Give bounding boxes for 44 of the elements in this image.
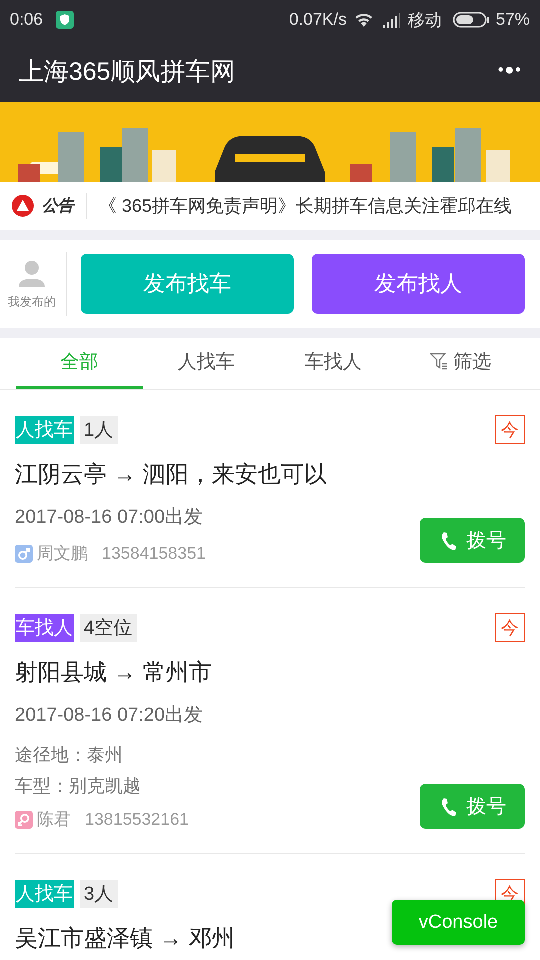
status-time: 0:06 — [10, 10, 44, 30]
phone-number: 13815532161 — [85, 810, 190, 830]
publish-button[interactable]: 发布找车 — [81, 254, 294, 314]
battery-icon — [452, 12, 489, 28]
post-detail: 车型：别克凯越 — [15, 775, 142, 798]
more-button[interactable]: •●• — [498, 62, 522, 80]
post-type-tag: 人找车 — [15, 416, 74, 444]
route-text: 射阳县城 → 常州市 — [15, 658, 213, 687]
filter-tab[interactable]: 筛选 — [397, 338, 524, 389]
page-title: 上海365顺风拼车网 — [19, 56, 237, 88]
contact-name: 陈君 — [37, 809, 71, 831]
shield-icon — [56, 11, 74, 29]
call-button[interactable]: 拨号 — [420, 784, 525, 829]
filter-icon — [430, 353, 448, 371]
filter-tab[interactable]: 全部 — [16, 338, 143, 389]
post-type-tag: 车找人 — [15, 614, 74, 642]
publish-button[interactable]: 发布找人 — [312, 254, 525, 314]
departure-time: 2017-08-16 07:20出发 — [15, 704, 204, 728]
vconsole-button[interactable]: vConsole — [392, 900, 525, 945]
today-badge: 今 — [495, 415, 525, 444]
call-button[interactable]: 拨号 — [420, 518, 525, 563]
filter-tab[interactable]: 车找人 — [270, 338, 397, 389]
today-badge: 今 — [495, 613, 525, 642]
departure-time: 2017-08-16 07:00出发 — [15, 506, 204, 530]
seats-tag: 4空位 — [80, 614, 137, 642]
seats-tag: 1人 — [80, 416, 118, 444]
male-icon — [15, 544, 33, 562]
female-icon — [15, 810, 33, 828]
route-text: 江阴云亭 → 泗阳，来安也可以 — [15, 460, 328, 489]
signal-icon — [380, 12, 401, 28]
notice-text[interactable]: 《 365拼车网免责声明》长期拼车信息关注霍邱在线 — [99, 194, 512, 218]
battery-percent: 57% — [496, 10, 530, 30]
wifi-icon — [354, 12, 374, 28]
post-type-tag: 人找车 — [15, 880, 74, 908]
carrier-label: 移动 — [408, 10, 442, 32]
post-detail: 途径地：泰州 — [15, 744, 124, 767]
phone-number: 13584158351 — [102, 544, 206, 564]
my-posts-label[interactable]: 我发布的 — [8, 294, 56, 310]
notice-label: 公告 — [42, 196, 74, 216]
seats-tag: 3人 — [80, 880, 118, 908]
filter-tab[interactable]: 人找车 — [143, 338, 270, 389]
contact-name: 周文鹏 — [37, 543, 88, 565]
route-text: 吴江市盛泽镇 → 邓州 — [15, 924, 236, 953]
network-speed: 0.07K/s — [289, 10, 347, 30]
